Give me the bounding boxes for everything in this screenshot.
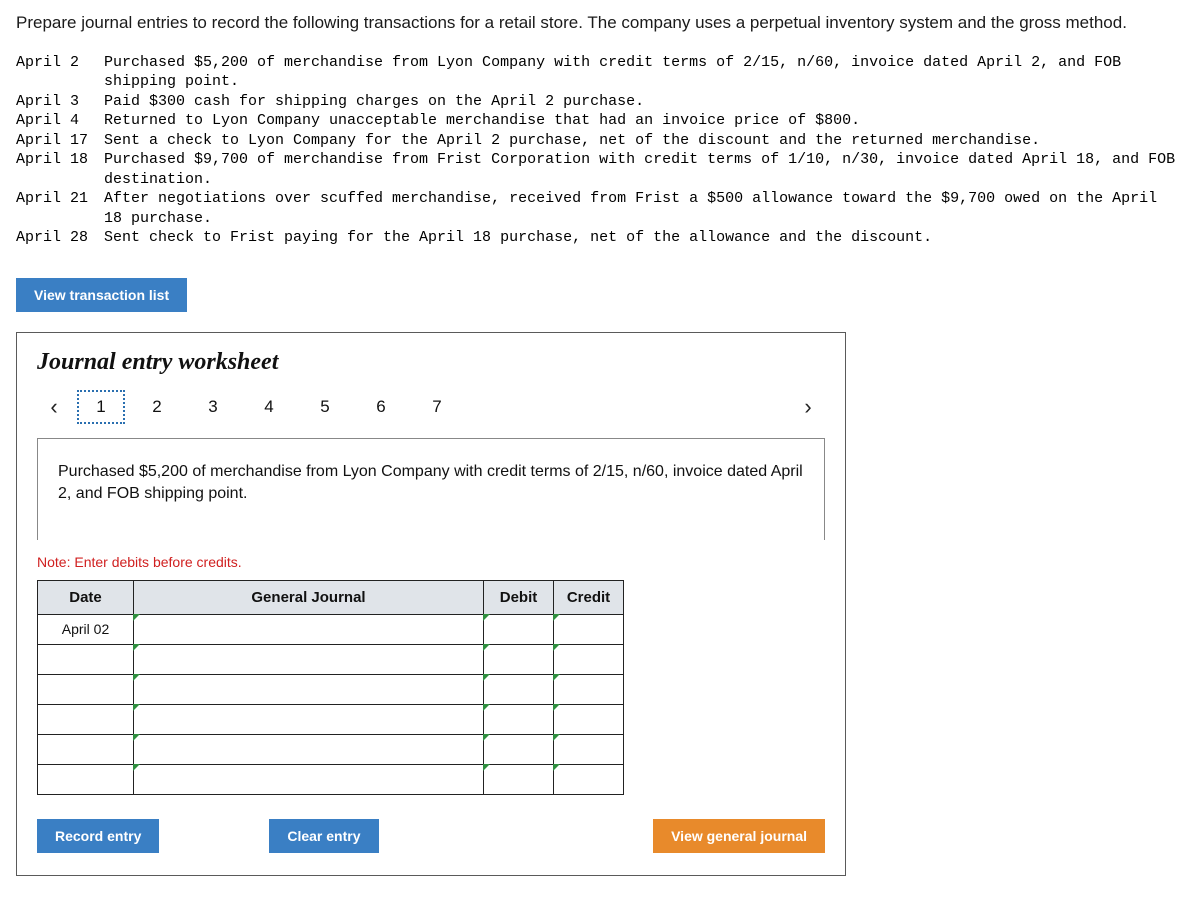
- worksheet-tab-5[interactable]: 5: [301, 390, 349, 424]
- dropdown-indicator-icon: [553, 734, 560, 741]
- worksheet-action-row: Record entry Clear entry View general jo…: [17, 795, 845, 875]
- header-general-journal: General Journal: [134, 580, 484, 614]
- worksheet-tab-1[interactable]: 1: [77, 390, 125, 424]
- dropdown-indicator-icon: [483, 734, 490, 741]
- record-entry-button[interactable]: Record entry: [37, 819, 159, 853]
- transaction-row: April 17Sent a check to Lyon Company for…: [16, 131, 1184, 151]
- header-credit: Credit: [554, 580, 624, 614]
- credit-cell[interactable]: [554, 674, 624, 704]
- clear-entry-button[interactable]: Clear entry: [269, 819, 378, 853]
- problem-instructions: Prepare journal entries to record the fo…: [16, 12, 1184, 35]
- header-debit: Debit: [484, 580, 554, 614]
- date-cell[interactable]: [38, 764, 134, 794]
- dropdown-indicator-icon: [133, 644, 140, 651]
- transaction-row: April 18Purchased $9,700 of merchandise …: [16, 150, 1184, 189]
- worksheet-tab-3[interactable]: 3: [189, 390, 237, 424]
- general-journal-cell[interactable]: [134, 734, 484, 764]
- dropdown-indicator-icon: [483, 614, 490, 621]
- table-row: [38, 644, 624, 674]
- credit-cell[interactable]: [554, 644, 624, 674]
- dropdown-indicator-icon: [483, 674, 490, 681]
- date-cell[interactable]: [38, 674, 134, 704]
- dropdown-indicator-icon: [133, 614, 140, 621]
- credit-cell[interactable]: [554, 764, 624, 794]
- debit-cell[interactable]: [484, 704, 554, 734]
- view-general-journal-button[interactable]: View general journal: [653, 819, 825, 853]
- dropdown-indicator-icon: [133, 704, 140, 711]
- transaction-row: April 3Paid $300 cash for shipping charg…: [16, 92, 1184, 112]
- table-row: [38, 734, 624, 764]
- general-journal-cell[interactable]: [134, 644, 484, 674]
- chevron-left-icon[interactable]: ‹: [37, 394, 71, 420]
- table-row: [38, 704, 624, 734]
- dropdown-indicator-icon: [553, 614, 560, 621]
- header-date: Date: [38, 580, 134, 614]
- general-journal-cell[interactable]: [134, 704, 484, 734]
- transaction-description: Purchased $5,200 of merchandise from Lyo…: [37, 438, 825, 540]
- transaction-row: April 28Sent check to Frist paying for t…: [16, 228, 1184, 248]
- debit-cell[interactable]: [484, 614, 554, 644]
- dropdown-indicator-icon: [553, 674, 560, 681]
- dropdown-indicator-icon: [133, 734, 140, 741]
- table-row: [38, 674, 624, 704]
- transaction-row: April 2Purchased $5,200 of merchandise f…: [16, 53, 1184, 92]
- worksheet-tab-2[interactable]: 2: [133, 390, 181, 424]
- worksheet-tab-nav: ‹ 1 2 3 4 5 6 7 ›: [17, 384, 845, 434]
- worksheet-title: Journal entry worksheet: [17, 333, 845, 384]
- date-cell[interactable]: [38, 644, 134, 674]
- chevron-right-icon[interactable]: ›: [791, 394, 825, 420]
- table-row: [38, 764, 624, 794]
- debit-cell[interactable]: [484, 764, 554, 794]
- transaction-row: April 21After negotiations over scuffed …: [16, 189, 1184, 228]
- worksheet-tab-4[interactable]: 4: [245, 390, 293, 424]
- credit-cell[interactable]: [554, 734, 624, 764]
- worksheet-tab-7[interactable]: 7: [413, 390, 461, 424]
- dropdown-indicator-icon: [553, 764, 560, 771]
- debit-cell[interactable]: [484, 674, 554, 704]
- transaction-row: April 4Returned to Lyon Company unaccept…: [16, 111, 1184, 131]
- debit-cell[interactable]: [484, 734, 554, 764]
- transaction-list: April 2Purchased $5,200 of merchandise f…: [16, 53, 1184, 248]
- worksheet-tab-6[interactable]: 6: [357, 390, 405, 424]
- dropdown-indicator-icon: [133, 674, 140, 681]
- date-cell[interactable]: [38, 734, 134, 764]
- date-cell[interactable]: [38, 704, 134, 734]
- journal-worksheet-panel: Journal entry worksheet ‹ 1 2 3 4 5 6 7 …: [16, 332, 846, 876]
- debit-cell[interactable]: [484, 644, 554, 674]
- view-transaction-list-button[interactable]: View transaction list: [16, 278, 187, 312]
- dropdown-indicator-icon: [553, 644, 560, 651]
- dropdown-indicator-icon: [553, 704, 560, 711]
- general-journal-cell[interactable]: [134, 764, 484, 794]
- debit-credit-note: Note: Enter debits before credits.: [17, 540, 845, 580]
- general-journal-cell[interactable]: [134, 614, 484, 644]
- credit-cell[interactable]: [554, 614, 624, 644]
- journal-entry-table: Date General Journal Debit Credit April …: [37, 580, 624, 795]
- date-cell[interactable]: April 02: [38, 614, 134, 644]
- dropdown-indicator-icon: [133, 764, 140, 771]
- dropdown-indicator-icon: [483, 704, 490, 711]
- table-row: April 02: [38, 614, 624, 644]
- dropdown-indicator-icon: [483, 764, 490, 771]
- credit-cell[interactable]: [554, 704, 624, 734]
- dropdown-indicator-icon: [483, 644, 490, 651]
- general-journal-cell[interactable]: [134, 674, 484, 704]
